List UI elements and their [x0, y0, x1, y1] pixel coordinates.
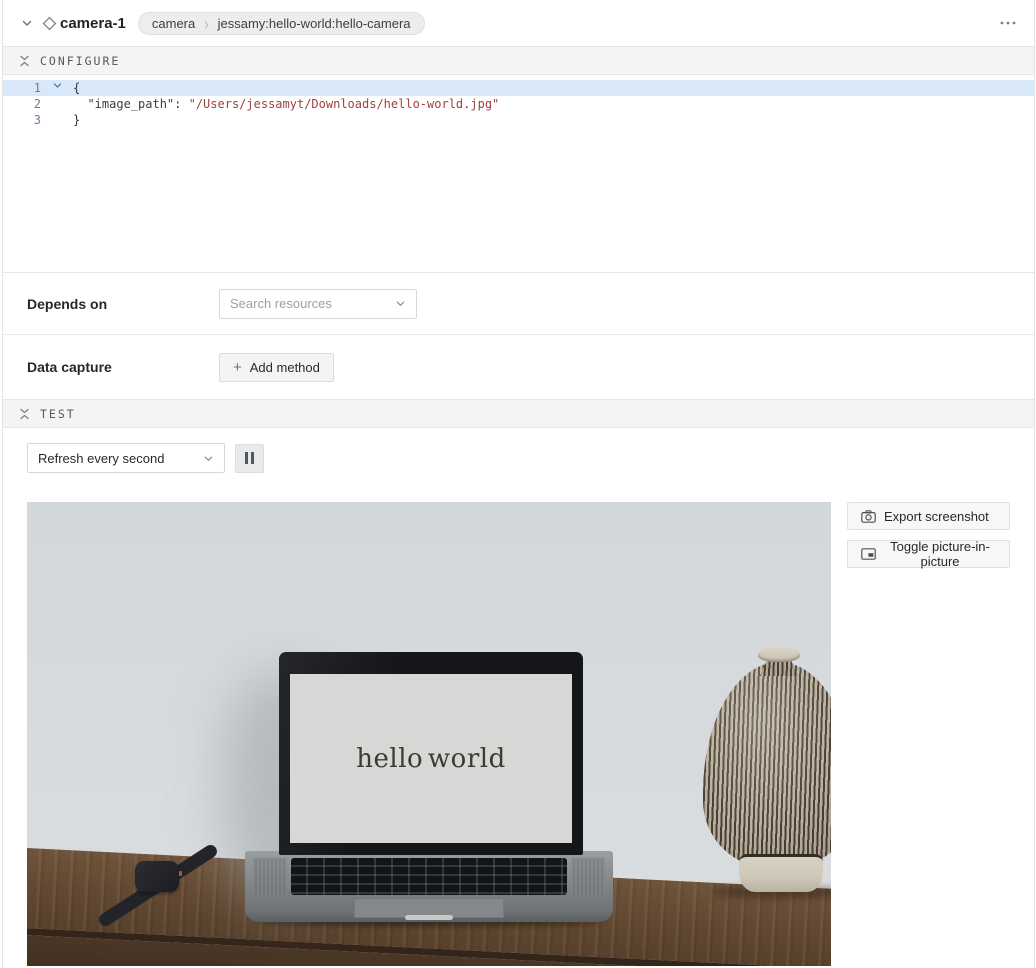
depends-on-row: Depends on Search resources: [3, 273, 1034, 335]
export-screenshot-label: Export screenshot: [884, 509, 989, 524]
wristwatch: [87, 847, 237, 942]
pause-icon: [245, 452, 248, 464]
code-key: "image_path": [87, 96, 174, 112]
code-string-value: "/Users/jessamyt/Downloads/hello-world.j…: [189, 96, 500, 112]
editor-line-1[interactable]: 1 {: [3, 80, 1034, 96]
line-number: 2: [3, 96, 41, 112]
collapse-icon: [19, 408, 30, 420]
hello-world-text: hello world: [356, 744, 505, 774]
configure-section-bar: CONFIGURE: [3, 46, 1034, 75]
camera-icon: [861, 510, 876, 523]
code-close-brace: }: [73, 112, 80, 128]
code-open-brace: {: [73, 80, 80, 96]
collapse-test-button[interactable]: [19, 408, 30, 420]
add-method-button[interactable]: + Add method: [219, 353, 334, 382]
resource-card: camera-1 camera › jessamy:hello-world:he…: [2, 0, 1035, 968]
export-screenshot-button[interactable]: Export screenshot: [847, 502, 1010, 530]
laptop-keyboard: [291, 858, 567, 895]
laptop-display: hello world: [290, 674, 572, 843]
laptop-lid-notch: [405, 915, 453, 920]
test-section-content: Refresh every second: [3, 428, 1034, 966]
pause-refresh-button[interactable]: [235, 444, 264, 473]
plus-icon: +: [233, 360, 242, 375]
resource-title: camera-1: [60, 15, 126, 32]
chevron-down-icon: [203, 453, 214, 464]
speaker-grille: [571, 858, 605, 895]
collapse-configure-button[interactable]: [19, 55, 30, 67]
depends-on-search-select[interactable]: Search resources: [219, 289, 417, 319]
add-method-label: Add method: [250, 360, 320, 375]
chevron-down-icon: [21, 17, 33, 29]
line-number: 1: [3, 80, 41, 96]
picture-in-picture-icon: [861, 548, 876, 560]
resource-type-pill: camera › jessamy:hello-world:hello-camer…: [138, 12, 425, 35]
resource-diamond-icon: [41, 15, 58, 32]
refresh-controls-row: Refresh every second: [27, 443, 1010, 473]
code-separator: :: [174, 96, 188, 112]
data-capture-row: Data capture + Add method: [3, 335, 1034, 399]
resource-model-label: jessamy:hello-world:hello-camera: [218, 16, 411, 31]
speaker-grille: [253, 858, 287, 895]
resource-menu-button[interactable]: [996, 11, 1020, 35]
test-section-label: TEST: [40, 407, 76, 421]
data-capture-label: Data capture: [27, 359, 219, 375]
depends-on-placeholder: Search resources: [230, 296, 395, 311]
laptop-base: [245, 851, 613, 922]
toggle-pip-button[interactable]: Toggle picture-in-picture: [847, 540, 1010, 568]
line-number: 3: [3, 112, 41, 128]
striped-vase: [703, 648, 831, 900]
camera-feed-row: hello world: [27, 502, 1010, 966]
editor-line-3[interactable]: 3 }: [3, 112, 1034, 128]
editor-line-2[interactable]: 2 "image_path" : "/Users/jessamyt/Downlo…: [3, 96, 1034, 112]
feed-action-buttons: Export screenshot Toggle picture-in-pict…: [847, 502, 1010, 568]
resource-header: camera-1 camera › jessamy:hello-world:he…: [3, 0, 1034, 46]
configure-section-label: CONFIGURE: [40, 54, 120, 68]
refresh-rate-value: Refresh every second: [38, 451, 203, 466]
laptop-screen: hello world: [279, 652, 583, 855]
camera-feed-image: hello world: [27, 502, 831, 966]
collapse-icon: [19, 55, 30, 67]
chevron-down-icon: [395, 298, 406, 309]
test-section-bar: TEST: [3, 399, 1034, 428]
pill-chevron-separator-icon: ›: [204, 13, 208, 34]
collapse-card-button[interactable]: [17, 13, 37, 33]
depends-on-label: Depends on: [27, 296, 219, 312]
toggle-pip-label: Toggle picture-in-picture: [884, 539, 996, 569]
resource-type-label: camera: [152, 16, 195, 31]
json-config-editor[interactable]: 1 { 2 "image_path" : "/Users/jessamyt/Do…: [3, 75, 1034, 273]
fold-chevron-icon[interactable]: [41, 80, 73, 96]
refresh-rate-select[interactable]: Refresh every second: [27, 443, 225, 473]
code-indent: [73, 96, 87, 112]
ellipsis-icon: [1000, 21, 1016, 25]
